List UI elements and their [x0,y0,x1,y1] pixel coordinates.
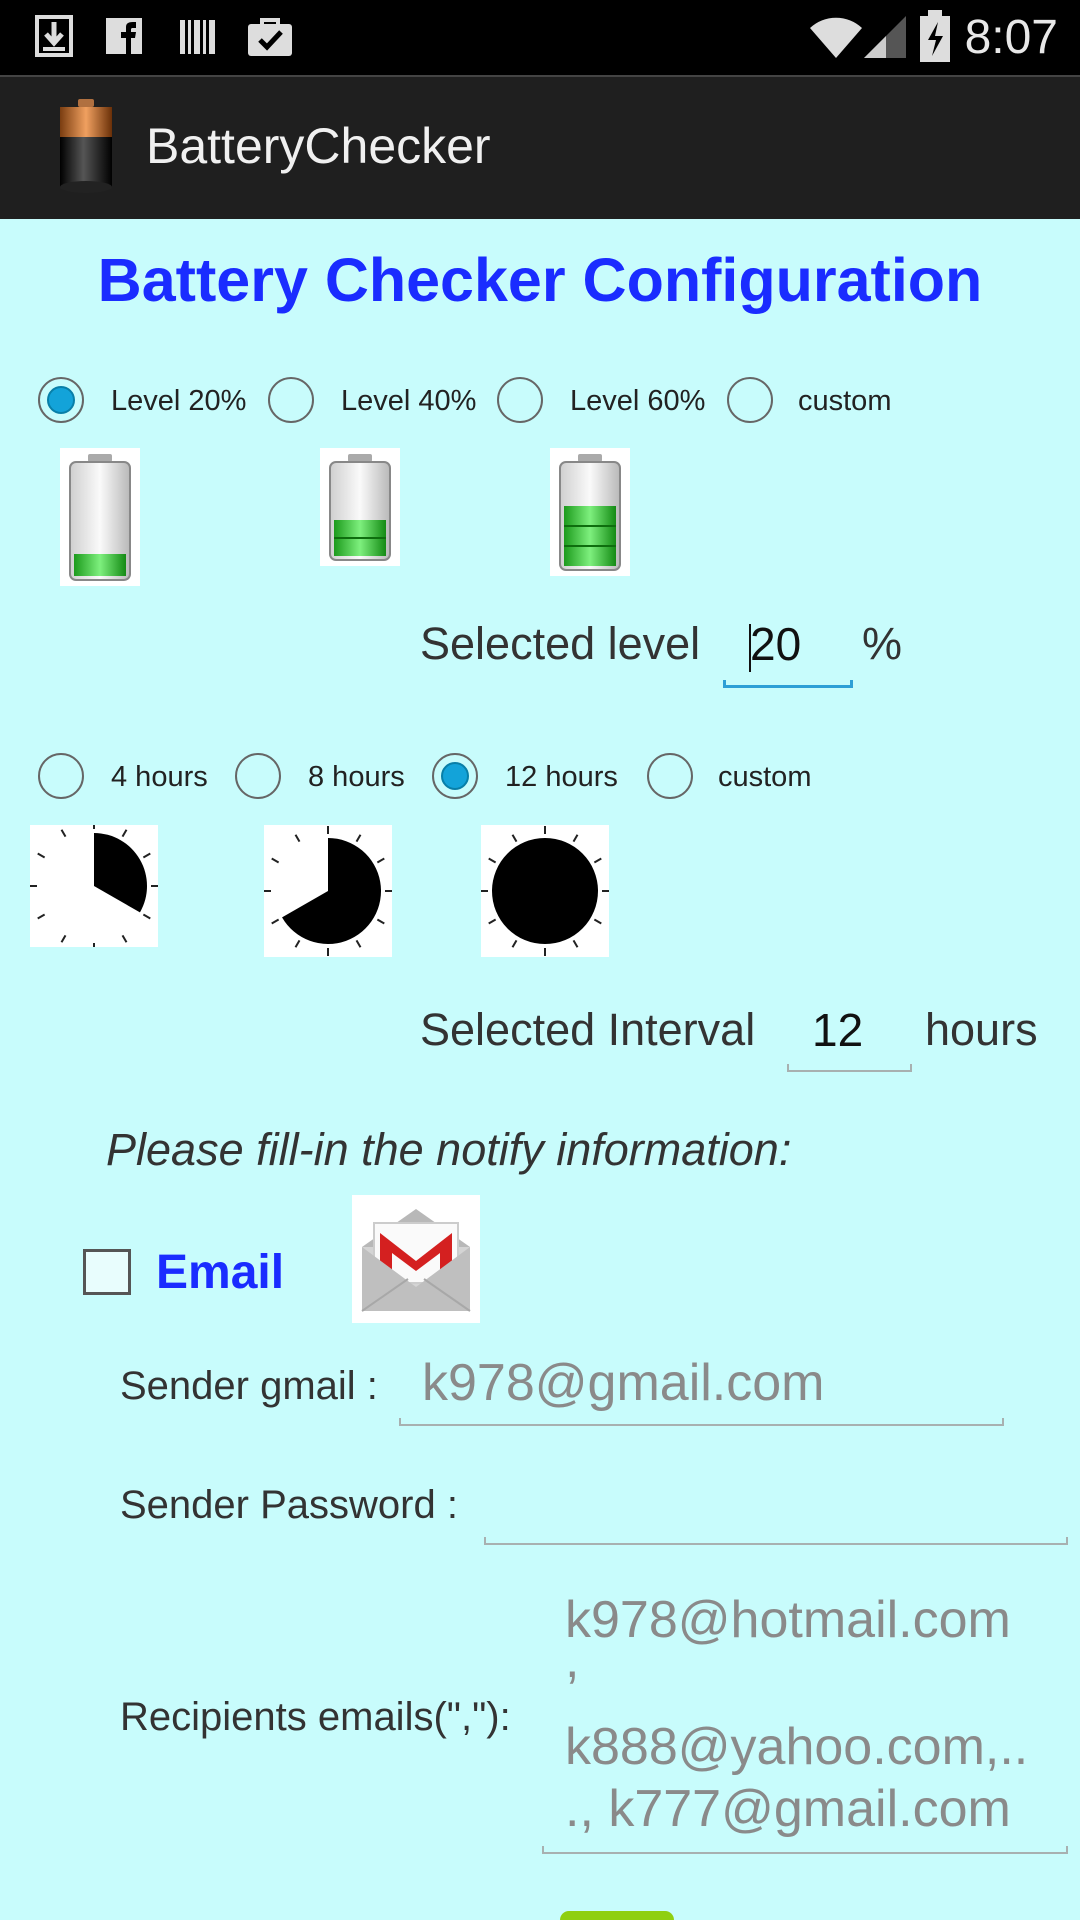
radio-level-custom[interactable] [727,377,773,423]
recipients-line: , [565,1631,580,1689]
recipients-underline [542,1846,1068,1854]
status-bar: 8:07 [0,0,1080,75]
save-button[interactable] [560,1911,674,1920]
page-title: Battery Checker Configuration [97,246,983,314]
radio-level-40[interactable] [268,377,314,423]
wifi-icon [810,17,862,58]
clock-12-hours-icon [480,825,610,957]
sender-gmail-underline [399,1418,1004,1426]
selected-level-label: Selected level [420,618,701,669]
recipients-line: k888@yahoo.com,.. [565,1718,1029,1776]
selected-level-input[interactable]: 20 [750,614,801,674]
battery-20-icon [60,448,140,586]
radio-interval-4-hours[interactable] [38,753,84,799]
radio-label-level-custom[interactable]: custom [798,381,891,421]
download-icon [35,15,73,57]
battery-app-icon [60,99,112,193]
radio-label-level-40[interactable]: Level 40% [341,381,476,421]
battery-icon [920,10,950,62]
selected-interval-label: Selected Interval [420,1004,756,1055]
facebook-icon [106,18,142,54]
radio-interval-8-hours[interactable] [235,753,281,799]
radio-selected-dot [47,386,75,414]
sender-gmail-label: Sender gmail : [120,1364,378,1408]
text-cursor [749,624,751,672]
radio-label-4-hours[interactable]: 4 hours [111,757,208,797]
selected-level-unit: % [862,618,903,669]
radio-label-8-hours[interactable]: 8 hours [308,757,405,797]
sender-password-underline [484,1537,1068,1545]
sender-password-label: Sender Password : [120,1483,458,1527]
email-checkbox-label[interactable]: Email [156,1242,284,1304]
radio-label-interval-custom[interactable]: custom [718,757,811,797]
radio-level-20[interactable] [38,377,84,423]
notify-heading: Please fill-in the notify information: [106,1124,792,1175]
radio-interval-custom[interactable] [647,753,693,799]
radio-selected-dot [441,762,469,790]
recipients-line: k978@hotmail.com [565,1591,1011,1649]
selected-interval-underline [787,1064,912,1072]
signal-icon [864,16,906,58]
recipients-label: Recipients emails(","): [120,1695,511,1739]
barcode-icon [180,20,215,54]
selected-interval-input[interactable]: 12 [812,1000,863,1060]
gmail-icon [352,1195,480,1323]
email-checkbox[interactable] [83,1249,131,1295]
selected-level-underline [723,680,853,688]
clock-4-hours-icon [29,821,159,951]
clock-8-hours-icon [263,825,393,957]
selected-interval-unit: hours [925,1004,1038,1055]
radio-label-level-20[interactable]: Level 20% [111,381,246,421]
battery-60-icon [550,448,630,576]
recipients-line: ., k777@gmail.com [565,1780,1011,1838]
sender-gmail-input[interactable]: k978@gmail.com [422,1351,825,1415]
radio-label-level-60[interactable]: Level 60% [570,381,705,421]
clock: 8:07 [964,11,1058,64]
radio-interval-12-hours[interactable] [432,753,478,799]
radio-label-12-hours[interactable]: 12 hours [505,757,618,797]
radio-level-60[interactable] [497,377,543,423]
app-title: BatteryChecker [146,118,491,174]
briefcase-check-icon [248,18,292,56]
action-bar: BatteryChecker [0,75,1080,219]
battery-40-icon [320,448,400,566]
